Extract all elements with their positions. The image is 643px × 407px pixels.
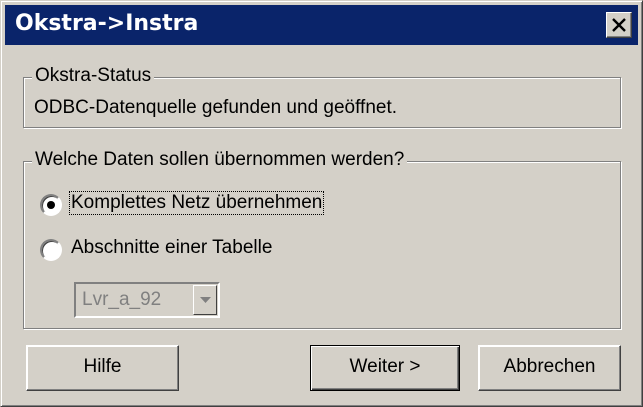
radio-dot-icon [47, 201, 55, 209]
status-groupbox: Okstra-Status ODBC-Datenquelle gefunden … [23, 65, 621, 128]
chevron-down-icon [200, 297, 211, 303]
dropdown-button[interactable] [193, 285, 217, 315]
close-button[interactable] [606, 12, 632, 38]
data-selection-groupbox: Welche Daten sollen übernommen werden? K… [23, 149, 621, 329]
window-title: Okstra->Instra [15, 11, 199, 36]
radio-button[interactable] [40, 239, 62, 261]
radio-complete-network-label[interactable]: Komplettes Netz übernehmen [68, 191, 325, 215]
help-button[interactable]: Hilfe [26, 345, 179, 391]
status-message: ODBC-Datenquelle gefunden und geöffnet. [34, 97, 398, 118]
radio-table-sections-label[interactable]: Abschnitte einer Tabelle [70, 237, 273, 259]
dialog-window: Okstra->Instra Okstra-Status ODBC-Datenq… [0, 0, 643, 407]
close-icon [612, 18, 626, 32]
cancel-button[interactable]: Abbrechen [478, 345, 621, 391]
next-button[interactable]: Weiter > [310, 345, 460, 391]
table-select-dropdown[interactable]: Lvr_a_92 [74, 282, 220, 318]
data-selection-legend: Welche Daten sollen übernommen werden? [32, 149, 408, 171]
status-group-legend: Okstra-Status [32, 65, 155, 87]
radio-button-selected[interactable] [40, 194, 62, 216]
table-select-value: Lvr_a_92 [82, 289, 162, 310]
title-bar[interactable]: Okstra->Instra [5, 5, 638, 45]
